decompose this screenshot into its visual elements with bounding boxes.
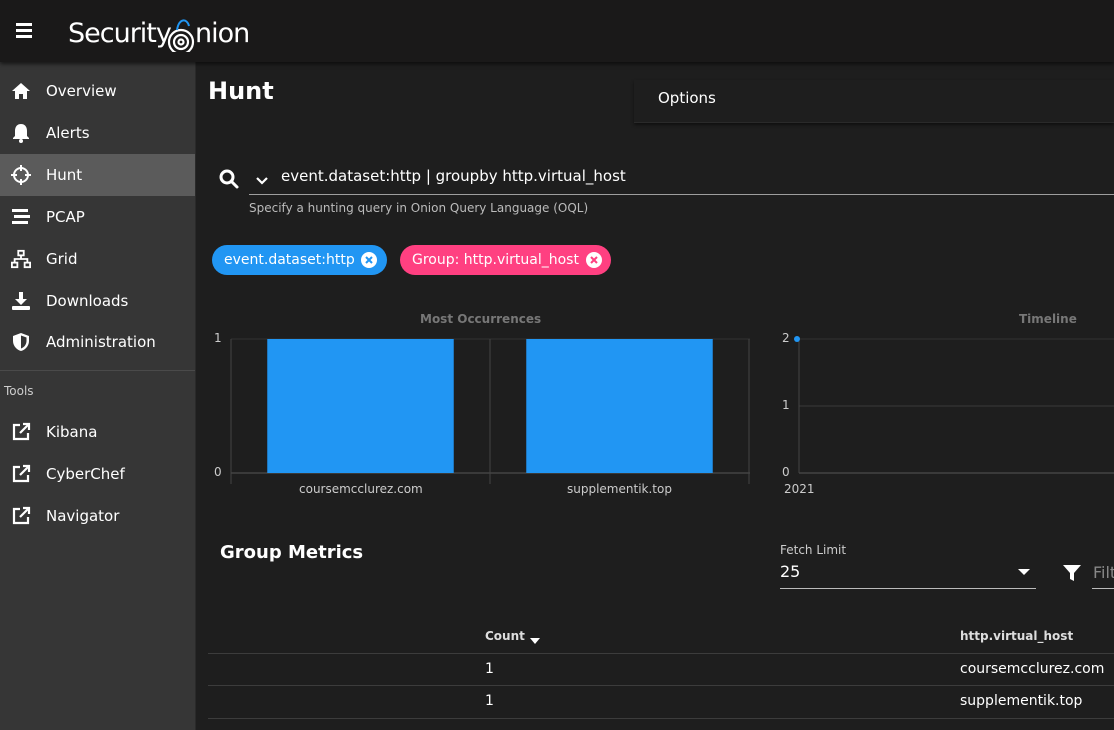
filter-chip-dataset[interactable]: event.dataset:http bbox=[212, 245, 387, 275]
fetch-limit-underline bbox=[780, 588, 1036, 589]
page-title: Hunt bbox=[208, 77, 274, 105]
table-divider bbox=[208, 685, 1114, 686]
filter-chip-groupby[interactable]: Group: http.virtual_host bbox=[400, 245, 611, 275]
bar-coursemcclurez.com[interactable] bbox=[267, 339, 454, 473]
y-tick-label: 2 bbox=[782, 331, 790, 345]
svg-text:nion: nion bbox=[195, 18, 248, 49]
table-cell-host[interactable]: supplementik.top bbox=[960, 693, 1082, 709]
sidebar-item-navigator[interactable]: Navigator bbox=[0, 495, 195, 537]
fetch-limit-select[interactable]: 25 bbox=[780, 562, 800, 581]
chart-title-most-occurrences: Most Occurrences bbox=[420, 312, 542, 326]
sidebar-item-label: Hunt bbox=[46, 166, 83, 184]
external-link-icon bbox=[11, 422, 31, 442]
top-bar: Security nion bbox=[0, 0, 1114, 62]
shield-icon bbox=[11, 332, 31, 352]
table-cell-count: 1 bbox=[485, 693, 494, 709]
y-tick-label: 1 bbox=[782, 398, 790, 412]
filter-input-underline bbox=[1092, 588, 1114, 589]
bell-icon bbox=[11, 123, 31, 143]
stream-icon bbox=[11, 207, 31, 227]
hamburger-menu-icon[interactable] bbox=[14, 20, 34, 40]
sidebar-item-label: Grid bbox=[46, 250, 78, 268]
chip-label: event.dataset:http bbox=[224, 252, 355, 268]
close-icon[interactable] bbox=[361, 252, 377, 268]
dropdown-arrow-icon[interactable] bbox=[1018, 569, 1030, 575]
chart-title-timeline: Timeline bbox=[1019, 312, 1077, 326]
x-tick-label: coursemcclurez.com bbox=[299, 482, 423, 496]
sidebar-item-overview[interactable]: Overview bbox=[0, 70, 195, 112]
sidebar-item-cyberchef[interactable]: CyberChef bbox=[0, 453, 195, 495]
external-link-icon bbox=[11, 464, 31, 484]
timeline-chart bbox=[794, 336, 1114, 474]
sidebar-item-label: CyberChef bbox=[46, 465, 125, 483]
sidebar-divider bbox=[0, 370, 195, 371]
sidebar-item-kibana[interactable]: Kibana bbox=[0, 411, 195, 453]
sidebar-item-label: Navigator bbox=[46, 507, 120, 525]
chevron-down-icon[interactable] bbox=[254, 172, 270, 188]
x-tick-label: 2021 bbox=[784, 482, 815, 496]
bar-supplementik.top[interactable] bbox=[526, 339, 713, 473]
filter-icon bbox=[1062, 563, 1082, 583]
options-panel-header[interactable]: Options bbox=[634, 80, 1114, 123]
download-icon bbox=[11, 291, 31, 311]
crosshairs-icon bbox=[11, 165, 31, 185]
network-icon bbox=[11, 249, 31, 269]
sidebar-item-grid[interactable]: Grid bbox=[0, 238, 195, 280]
y-tick-label: 0 bbox=[782, 465, 790, 479]
sidebar-item-label: PCAP bbox=[46, 208, 85, 226]
column-header-count[interactable]: Count bbox=[485, 629, 525, 643]
search-icon[interactable] bbox=[218, 168, 240, 190]
sidebar-item-label: Downloads bbox=[46, 292, 129, 310]
group-metrics-title: Group Metrics bbox=[220, 542, 364, 563]
sidebar-item-downloads[interactable]: Downloads bbox=[0, 280, 195, 322]
query-input-underline bbox=[249, 194, 1114, 195]
timeline-point[interactable] bbox=[794, 336, 800, 342]
sidebar-item-label: Kibana bbox=[46, 423, 98, 441]
svg-text:Security: Security bbox=[68, 18, 172, 49]
sidebar-item-label: Administration bbox=[46, 333, 156, 351]
table-cell-count: 1 bbox=[485, 661, 494, 677]
sidebar-item-pcap[interactable]: PCAP bbox=[0, 196, 195, 238]
sidebar: Overview Alerts Hunt PCAP Grid Downloads bbox=[0, 62, 196, 730]
main-content: Hunt Options event.dataset:http | groupb… bbox=[196, 62, 1114, 730]
security-onion-logo[interactable]: Security nion bbox=[68, 10, 248, 52]
sidebar-item-label: Alerts bbox=[46, 124, 90, 142]
sidebar-item-alerts[interactable]: Alerts bbox=[0, 112, 195, 154]
hunt-query-input[interactable]: event.dataset:http | groupby http.virtua… bbox=[281, 167, 626, 185]
table-cell-host[interactable]: coursemcclurez.com bbox=[960, 661, 1104, 677]
y-tick-label: 0 bbox=[214, 465, 222, 479]
options-label: Options bbox=[658, 89, 716, 107]
y-tick-label: 1 bbox=[214, 331, 222, 345]
home-icon bbox=[11, 81, 31, 101]
fetch-limit-label: Fetch Limit bbox=[780, 543, 847, 557]
sort-down-icon[interactable] bbox=[530, 638, 540, 644]
sidebar-item-administration[interactable]: Administration bbox=[0, 321, 195, 363]
most-occurrences-chart bbox=[230, 338, 750, 484]
sidebar-item-hunt[interactable]: Hunt bbox=[0, 154, 195, 196]
table-divider bbox=[208, 653, 1114, 654]
close-icon[interactable] bbox=[586, 252, 602, 268]
table-divider bbox=[208, 718, 1114, 719]
query-hint: Specify a hunting query in Onion Query L… bbox=[249, 201, 589, 215]
tools-header: Tools bbox=[4, 384, 34, 398]
filter-input[interactable]: Filt bbox=[1093, 563, 1114, 582]
chip-label: Group: http.virtual_host bbox=[412, 252, 579, 268]
external-link-icon bbox=[11, 506, 31, 526]
sidebar-item-label: Overview bbox=[46, 82, 117, 100]
column-header-virtual-host[interactable]: http.virtual_host bbox=[960, 629, 1073, 643]
x-tick-label: supplementik.top bbox=[567, 482, 672, 496]
